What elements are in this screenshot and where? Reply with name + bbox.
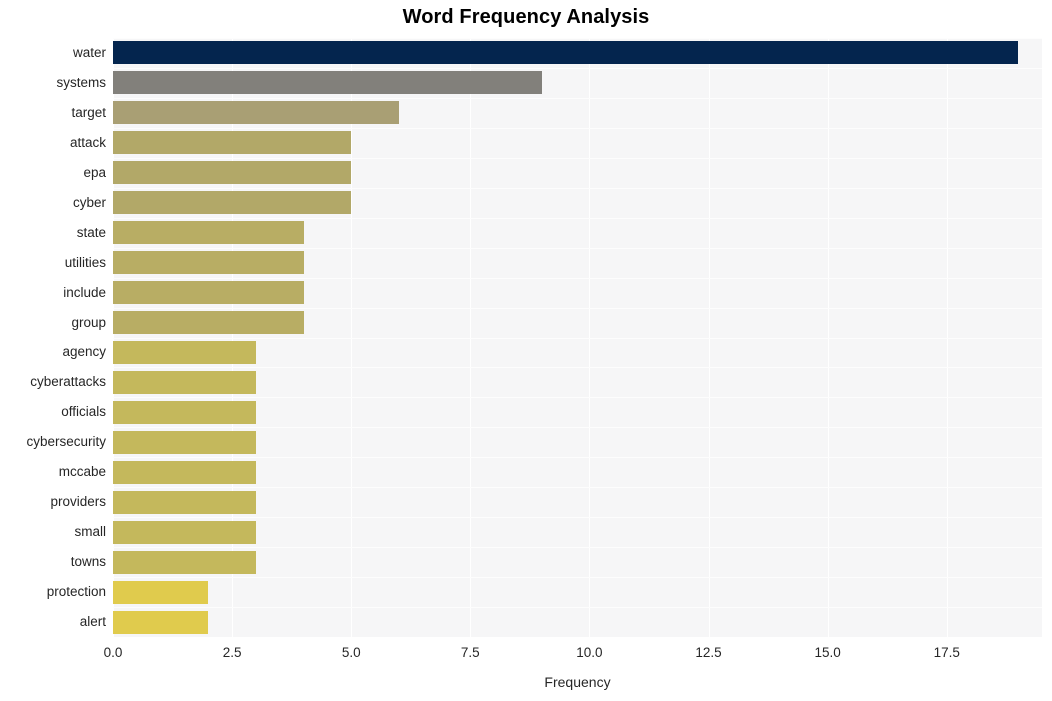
y-tick-label-mccabe: mccabe (58, 464, 106, 480)
bar (113, 131, 352, 155)
bar (113, 610, 209, 634)
bar (113, 430, 256, 454)
y-tick-label-cyberattacks: cyberattacks (30, 374, 106, 390)
bar (113, 490, 256, 514)
gridline-horizontal (113, 487, 1042, 489)
gridline-horizontal (113, 38, 1042, 39)
y-tick-label-officials: officials (61, 404, 106, 420)
y-tick-label-attack: attack (69, 134, 106, 150)
x-tick-label: 10.0 (576, 645, 603, 660)
gridline-horizontal (113, 367, 1042, 369)
x-tick-label: 15.0 (814, 645, 841, 660)
y-tick-label-target: target (71, 104, 106, 120)
gridline-horizontal (113, 337, 1042, 339)
gridline-horizontal (113, 457, 1042, 459)
plot-area (113, 38, 1042, 637)
bar (113, 400, 256, 424)
bar (113, 311, 304, 335)
gridline-horizontal (113, 187, 1042, 189)
bar (113, 71, 542, 95)
bar (113, 161, 352, 185)
y-tick-label-epa: epa (83, 164, 106, 180)
y-tick-label-alert: alert (79, 614, 106, 630)
gridline-horizontal (113, 247, 1042, 249)
y-axis-tick-labels: water systems target attack epa cyber state uti… (0, 38, 106, 637)
x-tick-label: 7.5 (460, 645, 480, 660)
x-axis-title: Frequency (544, 674, 611, 690)
bar (113, 191, 352, 215)
y-tick-label-towns: towns (70, 554, 106, 570)
y-tick-label-include: include (63, 284, 106, 300)
bar (113, 370, 256, 394)
gridline-horizontal (113, 277, 1042, 279)
bar (113, 101, 399, 125)
gridline-horizontal (113, 307, 1042, 309)
y-tick-label-utilities: utilities (64, 254, 106, 270)
chart-figure: Word Frequency Analysis water systems targ… (0, 0, 1052, 701)
bar (113, 550, 256, 574)
x-tick-label: 5.0 (341, 645, 361, 660)
y-tick-label-group: group (71, 314, 106, 330)
y-tick-label-agency: agency (62, 344, 106, 360)
gridline-horizontal (113, 97, 1042, 99)
bar (113, 520, 256, 544)
y-tick-label-state: state (76, 224, 106, 240)
gridline-horizontal (113, 157, 1042, 159)
bar (113, 251, 304, 275)
gridline-horizontal (113, 577, 1042, 579)
bar (113, 340, 256, 364)
x-tick-label: 17.5 (933, 645, 960, 660)
x-tick-label: 12.5 (695, 645, 722, 660)
bar (113, 580, 209, 604)
x-tick-label: 0.0 (103, 645, 123, 660)
bar (113, 460, 256, 484)
x-tick-label: 2.5 (222, 645, 242, 660)
y-tick-label-systems: systems (56, 74, 106, 90)
y-tick-label-small: small (74, 524, 106, 540)
gridline-horizontal (113, 217, 1042, 219)
chart-title: Word Frequency Analysis (402, 6, 650, 28)
bar (113, 281, 304, 305)
y-tick-label-cyber: cyber (72, 194, 106, 210)
gridline-horizontal (113, 517, 1042, 519)
gridline-horizontal (113, 397, 1042, 399)
gridline-horizontal (113, 427, 1042, 429)
bar (113, 221, 304, 245)
gridline-horizontal (113, 127, 1042, 129)
gridline-horizontal (113, 67, 1042, 69)
y-tick-label-providers: providers (50, 494, 106, 510)
y-tick-label-protection: protection (46, 584, 106, 600)
y-tick-label-water: water (72, 44, 106, 60)
gridline-horizontal (113, 547, 1042, 549)
gridline-horizontal (113, 607, 1042, 609)
bar (113, 41, 1019, 65)
y-tick-label-cybersecurity: cybersecurity (26, 434, 106, 450)
x-axis-tick-labels: 0.0 2.5 5.0 7.5 10.0 12.5 15.0 17.5 (104, 637, 1042, 667)
